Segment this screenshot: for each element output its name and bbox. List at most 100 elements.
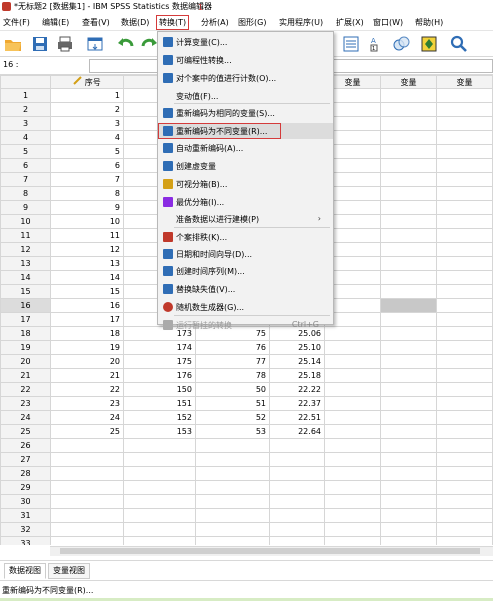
open-folder-icon[interactable]: [4, 35, 22, 53]
empty-cell[interactable]: [380, 130, 437, 145]
data-cell[interactable]: 18: [50, 326, 124, 341]
data-cell[interactable]: [195, 452, 270, 467]
row-number-cell[interactable]: 28: [0, 466, 51, 481]
row-number-cell[interactable]: 26: [0, 438, 51, 453]
menu-item-item-3[interactable]: 变动值(F)...: [158, 88, 333, 104]
data-cell[interactable]: 25.18: [269, 368, 325, 383]
data-cell[interactable]: 153: [123, 424, 196, 439]
empty-cell[interactable]: [380, 410, 437, 425]
data-cell[interactable]: [50, 480, 124, 495]
data-cell[interactable]: 22.64: [269, 424, 325, 439]
data-cell[interactable]: 12: [50, 242, 124, 257]
menu-item-dummy-variable[interactable]: 创建虚变量: [158, 158, 333, 174]
empty-cell[interactable]: [436, 494, 493, 509]
empty-cell[interactable]: [436, 438, 493, 453]
data-cell[interactable]: [269, 438, 325, 453]
menu-item-replace-missing[interactable]: 替换缺失值(V)...: [158, 281, 333, 297]
menu-analyze[interactable]: 分析(A): [201, 16, 229, 29]
empty-cell[interactable]: [436, 480, 493, 495]
empty-cell[interactable]: [436, 172, 493, 187]
data-cell[interactable]: 78: [195, 368, 270, 383]
menu-item-recode-same[interactable]: 重新编码为相同的变量(S)...: [158, 105, 333, 121]
data-cell[interactable]: 151: [123, 396, 196, 411]
data-cell[interactable]: 25: [50, 424, 124, 439]
row-number-cell[interactable]: 11: [0, 228, 51, 243]
row-number-cell[interactable]: 16: [0, 298, 51, 313]
empty-cell[interactable]: [436, 536, 493, 545]
empty-cell[interactable]: [436, 410, 493, 425]
menu-extensions[interactable]: 扩展(X): [336, 16, 364, 29]
menu-item-run-pending[interactable]: 运行暂挂的转换 Ctrl+G: [158, 317, 333, 333]
empty-cell[interactable]: [380, 298, 437, 313]
empty-cell[interactable]: [380, 382, 437, 397]
data-cell[interactable]: [50, 536, 124, 545]
data-cell[interactable]: [123, 452, 196, 467]
data-cell[interactable]: [50, 494, 124, 509]
row-number-cell[interactable]: 4: [0, 130, 51, 145]
empty-cell[interactable]: [436, 130, 493, 145]
column-header[interactable]: 变量: [380, 75, 437, 89]
data-cell[interactable]: [123, 522, 196, 537]
data-cell[interactable]: [50, 438, 124, 453]
data-cell[interactable]: [269, 480, 325, 495]
menu-help[interactable]: 帮助(H): [415, 16, 443, 29]
row-number-cell[interactable]: 8: [0, 186, 51, 201]
data-cell[interactable]: 11: [50, 228, 124, 243]
data-cell[interactable]: [50, 522, 124, 537]
menu-transform[interactable]: 转换(T): [156, 15, 190, 30]
menu-item-random-generator[interactable]: 随机数生成器(G)...: [158, 299, 333, 315]
data-cell[interactable]: 22.37: [269, 396, 325, 411]
data-cell[interactable]: [195, 508, 270, 523]
data-cell[interactable]: [269, 466, 325, 481]
empty-cell[interactable]: [436, 368, 493, 383]
row-number-cell[interactable]: 25: [0, 424, 51, 439]
empty-cell[interactable]: [380, 228, 437, 243]
menu-file[interactable]: 文件(F): [3, 16, 30, 29]
empty-cell[interactable]: [436, 424, 493, 439]
value-labels-icon[interactable]: A1: [368, 35, 386, 53]
empty-cell[interactable]: [436, 102, 493, 117]
empty-cell[interactable]: [436, 326, 493, 341]
empty-cell[interactable]: [380, 438, 437, 453]
empty-cell[interactable]: [380, 186, 437, 201]
data-cell[interactable]: 53: [195, 424, 270, 439]
tab-data-view[interactable]: 数据视图: [4, 563, 46, 579]
data-cell[interactable]: 5: [50, 144, 124, 159]
horizontal-scrollbar[interactable]: [50, 546, 493, 556]
menu-item-programmability[interactable]: 可编程性转换...: [158, 52, 333, 68]
empty-cell[interactable]: [436, 340, 493, 355]
menu-item-rank-cases[interactable]: 个案排秩(K)...: [158, 229, 333, 245]
empty-cell[interactable]: [380, 242, 437, 257]
row-number-cell[interactable]: 15: [0, 284, 51, 299]
variables-icon[interactable]: [342, 35, 360, 53]
search-icon[interactable]: [450, 35, 468, 53]
data-cell[interactable]: [195, 466, 270, 481]
empty-cell[interactable]: [380, 466, 437, 481]
data-cell[interactable]: [195, 438, 270, 453]
empty-cell[interactable]: [380, 368, 437, 383]
row-number-cell[interactable]: 10: [0, 214, 51, 229]
empty-cell[interactable]: [380, 172, 437, 187]
empty-cell[interactable]: [380, 536, 437, 545]
data-cell[interactable]: 152: [123, 410, 196, 425]
menu-item-date-time[interactable]: 日期和时间向导(D)...: [158, 246, 333, 262]
empty-cell[interactable]: [380, 494, 437, 509]
data-cell[interactable]: 25.14: [269, 354, 325, 369]
empty-cell[interactable]: [380, 452, 437, 467]
data-cell[interactable]: 1: [50, 88, 124, 103]
row-number-cell[interactable]: 2: [0, 102, 51, 117]
empty-cell[interactable]: [324, 508, 381, 523]
empty-cell[interactable]: [436, 508, 493, 523]
row-number-cell[interactable]: 14: [0, 270, 51, 285]
empty-cell[interactable]: [436, 298, 493, 313]
data-cell[interactable]: [123, 508, 196, 523]
empty-cell[interactable]: [436, 270, 493, 285]
empty-cell[interactable]: [436, 284, 493, 299]
menu-utilities[interactable]: 实用程序(U): [279, 16, 323, 29]
row-number-cell[interactable]: 7: [0, 172, 51, 187]
row-number-cell[interactable]: 32: [0, 522, 51, 537]
data-cell[interactable]: [269, 522, 325, 537]
data-cell[interactable]: 150: [123, 382, 196, 397]
data-cell[interactable]: 22.51: [269, 410, 325, 425]
row-number-cell[interactable]: 33: [0, 536, 51, 545]
